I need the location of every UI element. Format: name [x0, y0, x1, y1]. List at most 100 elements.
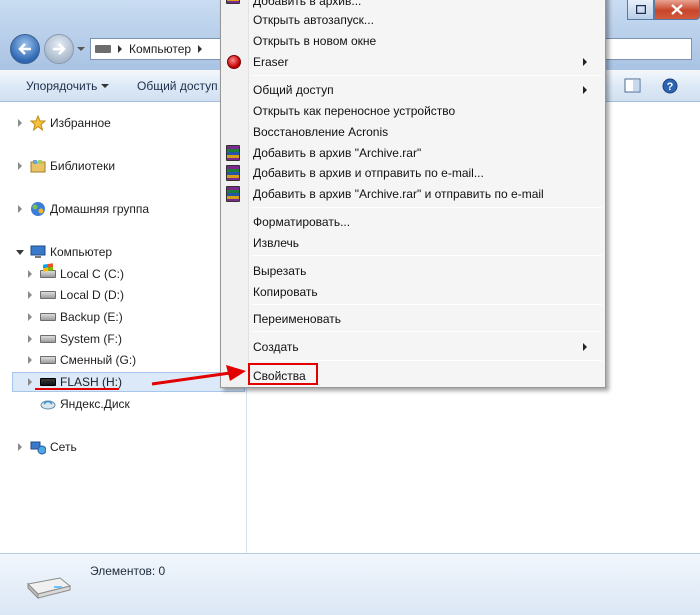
tree-item-drive-g[interactable]: Сменный (G:) [26, 350, 136, 370]
menu-item-label: Открыть в новом окне [253, 34, 377, 48]
menu-item-archive-email[interactable]: Добавить в архив и отправить по e-mail..… [253, 163, 484, 183]
tree-item-drive-e[interactable]: Backup (E:) [26, 307, 123, 327]
tree-item-favorites[interactable]: Избранное [16, 113, 111, 133]
tree-label: Local C (C:) [60, 267, 125, 281]
expand-arrow-icon[interactable] [28, 378, 32, 386]
menu-item-label: Восстановление Acronis [253, 125, 389, 139]
maximize-icon [635, 5, 646, 14]
history-dropdown-icon[interactable] [76, 44, 86, 54]
winrar-icon [226, 0, 242, 4]
library-icon [30, 158, 46, 174]
submenu-arrow-icon [583, 58, 587, 66]
menu-item-open-portable[interactable]: Открыть как переносное устройство [253, 101, 455, 121]
tree-label: Домашняя группа [50, 202, 150, 216]
tree-label: Local D (D:) [60, 288, 125, 302]
tree-label: Библиотеки [50, 159, 116, 173]
tree-item-network[interactable]: Сеть [16, 437, 77, 457]
drive-icon [40, 309, 56, 325]
expand-arrow-icon[interactable] [28, 356, 32, 364]
menu-item-label: Переименовать [253, 312, 341, 326]
menu-item-new[interactable]: Создать [253, 337, 599, 357]
svg-text:?: ? [667, 81, 674, 93]
menu-item-label: Общий доступ [253, 83, 334, 97]
back-button[interactable] [10, 34, 40, 64]
chevron-down-icon [101, 84, 110, 88]
preview-pane-icon[interactable] [624, 78, 642, 94]
expand-arrow-icon[interactable] [28, 313, 32, 321]
share-label: Общий доступ [137, 79, 218, 93]
expand-arrow-icon[interactable] [18, 205, 22, 213]
menu-item-rename[interactable]: Переименовать [253, 309, 341, 329]
tree-item-homegroup[interactable]: Домашняя группа [16, 199, 149, 219]
close-button[interactable] [654, 0, 700, 20]
menu-item-share[interactable]: Общий доступ [253, 80, 599, 100]
menu-item-copy[interactable]: Копировать [253, 282, 318, 302]
tree-label: FLASH (H:) [60, 375, 123, 389]
expand-arrow-icon[interactable] [28, 270, 32, 278]
drive-icon [40, 331, 56, 347]
tree-item-libraries[interactable]: Библиотеки [16, 156, 115, 176]
search-box[interactable] [600, 38, 692, 60]
breadcrumb-computer[interactable]: Компьютер [129, 42, 191, 56]
tree-label: Яндекс.Диск [60, 397, 130, 411]
star-icon [30, 115, 46, 131]
menu-separator [252, 255, 602, 256]
winrar-icon [226, 145, 242, 161]
menu-item-format[interactable]: Форматировать... [253, 212, 350, 232]
menu-separator [252, 207, 602, 208]
status-bar: Элементов: 0 [0, 553, 700, 615]
share-button[interactable]: Общий доступ [137, 79, 218, 93]
menu-item-label: Eraser [253, 55, 289, 69]
menu-separator [252, 75, 602, 76]
expand-arrow-icon[interactable] [28, 335, 32, 343]
expand-arrow-icon[interactable] [18, 162, 22, 170]
back-arrow-icon [18, 43, 31, 55]
menu-item-label: Форматировать... [253, 215, 351, 229]
maximize-button[interactable] [627, 0, 654, 20]
tree-item-yandex-disk[interactable]: Яндекс.Диск [26, 394, 130, 414]
expand-arrow-icon[interactable] [18, 443, 22, 451]
items-count: Элементов: 0 [90, 564, 166, 578]
help-icon[interactable]: ? [662, 78, 680, 94]
menu-item-label: Извлечь [253, 236, 300, 250]
menu-separator [252, 331, 602, 332]
collapse-arrow-icon[interactable] [16, 249, 24, 255]
menu-item-label: Копировать [253, 285, 318, 299]
tree-item-drive-d[interactable]: Local D (D:) [26, 285, 124, 305]
menu-separator [252, 304, 602, 305]
menu-item-add-archive-rar[interactable]: Добавить в архив "Archive.rar" [253, 143, 421, 163]
network-icon [30, 439, 46, 455]
forward-button[interactable] [44, 34, 74, 64]
menu-item-acronis[interactable]: Восстановление Acronis [253, 122, 388, 142]
menu-item-eraser[interactable]: Eraser [253, 52, 599, 72]
organize-label: Упорядочить [26, 79, 98, 93]
tree-item-drive-c[interactable]: Local C (C:) [26, 264, 124, 284]
menu-item-label: Добавить в архив... [253, 0, 362, 8]
menu-item-open-new-window[interactable]: Открыть в новом окне [253, 31, 376, 51]
computer-icon [30, 244, 46, 260]
organize-button[interactable]: Упорядочить [26, 79, 110, 93]
menu-item-label: Создать [253, 340, 299, 354]
menu-item-label: Добавить в архив "Archive.rar" и отправи… [253, 187, 544, 201]
menu-item-label: Добавить в архив "Archive.rar" [253, 146, 422, 160]
address-bar[interactable]: Компьютер [90, 38, 230, 60]
menu-item-cut[interactable]: Вырезать [253, 261, 306, 281]
tree-item-computer[interactable]: Компьютер [16, 242, 112, 262]
tree-label: Сеть [50, 440, 77, 454]
menu-item-autoplay[interactable]: Открыть автозапуск... [253, 10, 374, 30]
red-arrow-icon [151, 365, 246, 386]
expand-arrow-icon[interactable] [18, 119, 22, 127]
system-drive-icon [40, 266, 56, 282]
menu-item-archive-rar-email[interactable]: Добавить в архив "Archive.rar" и отправи… [253, 184, 544, 204]
homegroup-icon [30, 201, 46, 217]
close-icon [671, 4, 683, 15]
chevron-right-icon[interactable] [197, 45, 203, 53]
navigation-pane: Избранное Библиотеки Домашняя группа Ком… [0, 103, 247, 553]
expand-arrow-icon[interactable] [28, 291, 32, 299]
menu-item-eject[interactable]: Извлечь [253, 233, 299, 253]
forward-arrow-icon [53, 43, 66, 55]
submenu-arrow-icon [583, 86, 587, 94]
tree-item-drive-f[interactable]: System (F:) [26, 329, 122, 349]
tree-label: Компьютер [50, 245, 113, 259]
drive-icon [40, 287, 56, 303]
